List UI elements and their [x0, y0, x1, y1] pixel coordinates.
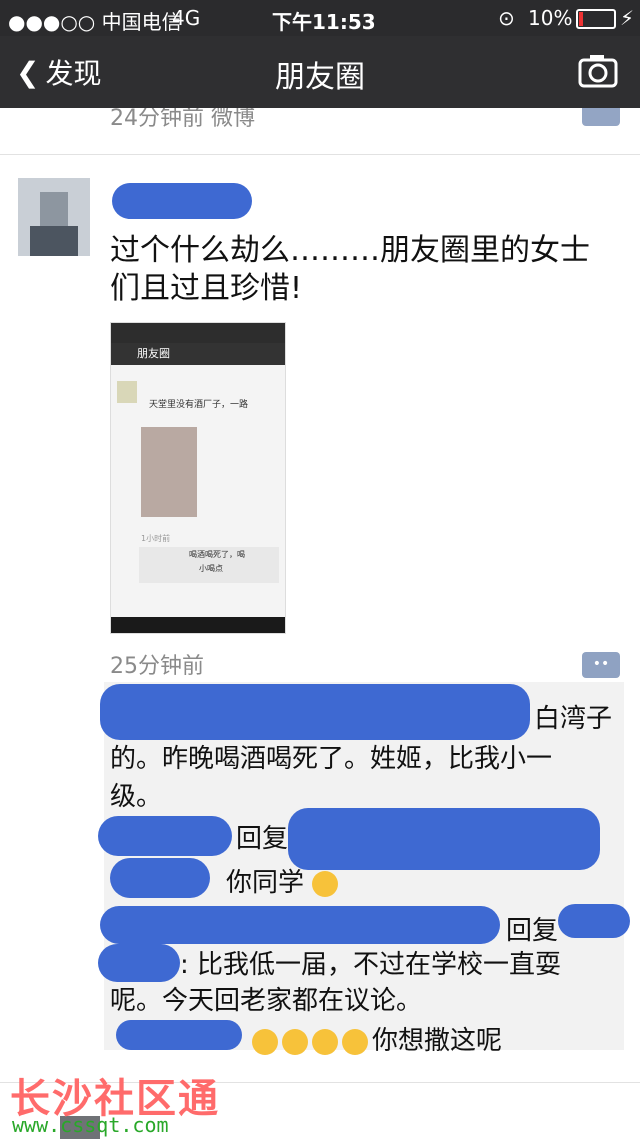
battery-icon	[576, 9, 616, 29]
clock: 下午11:53	[272, 10, 376, 34]
emoji-icon	[312, 870, 339, 897]
thumb-avatar	[117, 381, 137, 403]
thumb-time: 1小时前	[141, 534, 171, 543]
charging-icon: ⚡	[620, 6, 635, 30]
thumb-bottom-bar	[111, 617, 285, 633]
network-label: 4G	[172, 6, 201, 30]
redaction-blob	[558, 904, 630, 938]
page-title: 朋友圈	[275, 60, 365, 95]
watermark-url: www.cssqt.com	[12, 1113, 169, 1137]
thumb-status-bar	[111, 323, 285, 343]
divider	[0, 154, 640, 155]
previous-post-meta: 24分钟前 微博	[110, 108, 255, 131]
avatar[interactable]	[18, 178, 90, 256]
redaction-blob	[110, 858, 210, 898]
lock-rotation-icon: ⊙	[498, 6, 515, 30]
post-text: 过个什么劫么………朋友圈里的女士们且过且珍惜!	[110, 233, 590, 306]
carrier-label: ●●●○○ 中国电信	[8, 10, 182, 34]
thumb-comments: 喝酒喝死了，喝 小喝点	[139, 547, 279, 583]
navigation-bar: ❮ 发现 朋友圈	[0, 36, 640, 108]
comment-text: 白湾子	[534, 704, 613, 734]
comment-text: 呢。今天回老家都在议论。	[110, 986, 423, 1016]
camera-icon[interactable]	[578, 52, 618, 88]
comment-text: 你想撒这呢	[252, 1020, 502, 1057]
battery-percent: 10%	[528, 6, 573, 30]
comment-button[interactable]: ••	[582, 652, 620, 678]
redaction-blob	[116, 1020, 242, 1050]
redaction-blob	[288, 808, 600, 870]
reply-label: 回复	[506, 916, 559, 946]
comment-text: 你同学	[226, 862, 342, 899]
emoji-icon	[312, 1028, 338, 1055]
status-bar: ●●●○○ 中国电信 4G 下午11:53 ⊙ 10% ⚡	[0, 0, 640, 36]
emoji-icon	[282, 1028, 308, 1055]
moments-feed[interactable]: 24分钟前 微博 过个什么劫么………朋友圈里的女士们且过且珍惜! 朋友圈 天堂里…	[0, 108, 640, 1139]
comment-text: 的。昨晚喝酒喝死了。姓姬，比我小一	[110, 744, 553, 774]
thumb-title: 朋友圈	[137, 347, 170, 360]
emoji-icon	[252, 1028, 278, 1055]
thumb-caption: 天堂里没有酒厂子，一路	[149, 400, 249, 410]
comments-panel: 白湾子 的。昨晚喝酒喝死了。姓姬，比我小一 级。 回复 你同学 回复 : 比我低…	[98, 682, 630, 1056]
redaction-blob	[100, 684, 530, 740]
reply-label: 回复	[236, 824, 289, 854]
post-image[interactable]: 朋友圈 天堂里没有酒厂子，一路 1小时前 喝酒喝死了，喝 小喝点	[110, 322, 286, 634]
comment-text: : 比我低一届，不过在学校一直耍	[180, 950, 562, 980]
redaction-blob	[98, 944, 180, 982]
post-time: 25分钟前	[110, 654, 204, 679]
redaction-blob	[100, 906, 500, 944]
comment-text: 级。	[110, 782, 163, 812]
comment-menu-icon[interactable]	[582, 108, 620, 126]
redaction-blob	[98, 816, 232, 856]
emoji-icon	[342, 1028, 368, 1055]
nickname-redacted[interactable]	[112, 183, 252, 219]
thumb-nav: 朋友圈	[111, 343, 285, 365]
thumb-photo	[141, 427, 197, 517]
